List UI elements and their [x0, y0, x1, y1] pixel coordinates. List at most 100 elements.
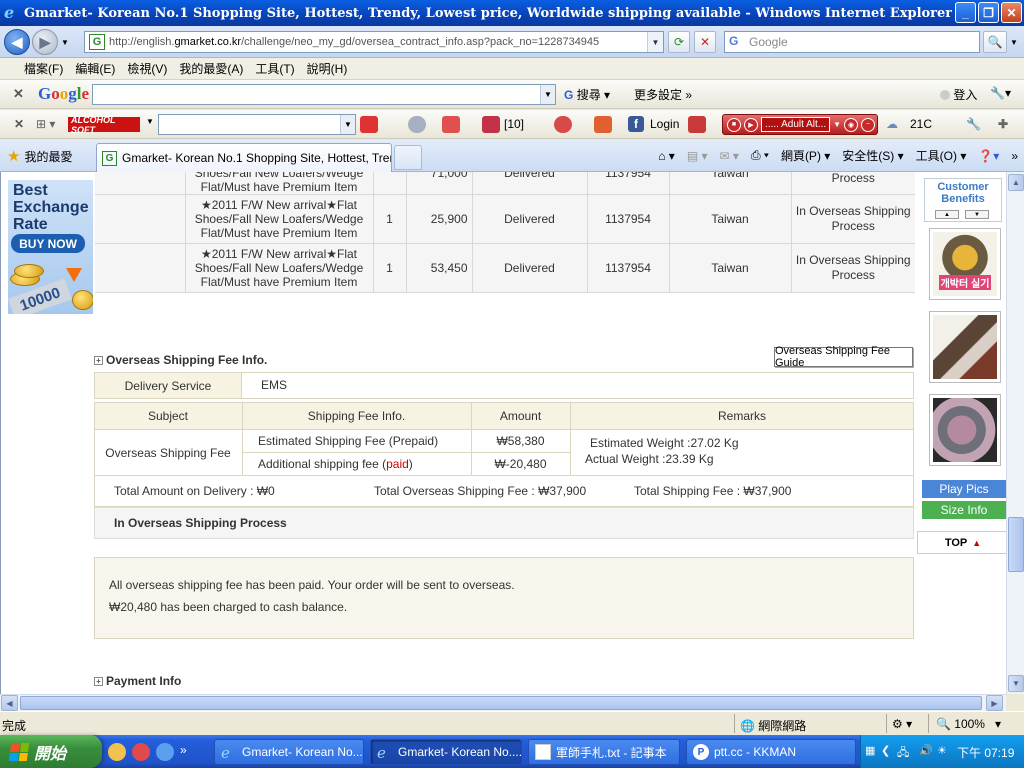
- games-icon[interactable]: [554, 116, 572, 133]
- horizontal-scrollbar[interactable]: ◀ ▶: [0, 694, 1006, 711]
- protected-mode-icon[interactable]: ⚙ ▾: [892, 717, 912, 731]
- menu-help[interactable]: 說明(H): [301, 60, 354, 77]
- address-bar[interactable]: G http://english.gmarket.co.kr/challenge…: [84, 31, 664, 53]
- page-menu[interactable]: 網頁(P) ▾: [781, 147, 830, 164]
- wrench-icon[interactable]: 🔧▾: [990, 86, 1011, 100]
- print-icon[interactable]: ⎙ ▾: [751, 148, 769, 163]
- search-input[interactable]: G Google: [724, 31, 980, 53]
- scroll-thumb[interactable]: [20, 696, 982, 710]
- chevron-up-icon[interactable]: ▲: [935, 210, 959, 219]
- chevron-right-icon[interactable]: »: [1011, 149, 1018, 163]
- buy-now-button[interactable]: BUY NOW: [11, 234, 85, 253]
- close-button[interactable]: ✕: [1001, 2, 1022, 23]
- search-go-button[interactable]: 🔍: [983, 31, 1007, 53]
- volume-icon[interactable]: 🔊: [919, 744, 933, 757]
- counter-label[interactable]: [10]: [504, 117, 524, 131]
- google-search-input[interactable]: ▼: [92, 84, 556, 105]
- exchange-rate-banner[interactable]: Best Exchange Rate BUY NOW 10000: [8, 180, 93, 314]
- mail-icon[interactable]: ✉ ▾: [720, 149, 739, 163]
- media-station-select[interactable]: ..... Adult Alt...: [761, 117, 831, 132]
- expand-icon[interactable]: +: [94, 676, 103, 686]
- google-login-button[interactable]: 登入: [940, 86, 977, 103]
- add-icon[interactable]: ✚: [998, 117, 1008, 131]
- taskbar-item[interactable]: e Gmarket- Korean No....: [214, 739, 364, 765]
- address-dropdown-icon[interactable]: ▼: [647, 32, 663, 52]
- tray-app-icon[interactable]: ☀: [937, 744, 947, 757]
- facebook-icon[interactable]: f: [628, 116, 644, 132]
- safety-menu[interactable]: 安全性(S) ▾: [842, 147, 903, 164]
- stop-button[interactable]: ✕: [694, 31, 716, 53]
- chevron-down-icon[interactable]: ▼: [965, 210, 989, 219]
- product-name[interactable]: ★2011 F/W New arrival★Flat Shoes/Fall Ne…: [184, 194, 373, 244]
- media-dropdown-icon[interactable]: ▼: [833, 120, 841, 129]
- favorites-button[interactable]: ★ 我的最愛: [7, 147, 72, 165]
- alcohol-dropdown-icon[interactable]: ▼: [146, 117, 154, 126]
- scroll-down-icon[interactable]: ▼: [1008, 675, 1024, 692]
- tab-gmarket[interactable]: G Gmarket- Korean No.1 Shopping Site, Ho…: [96, 143, 392, 172]
- expand-icon[interactable]: +: [94, 355, 103, 365]
- help-icon[interactable]: ❓▾: [978, 149, 999, 163]
- scroll-thumb[interactable]: [1008, 517, 1024, 572]
- menu-view[interactable]: 檢視(V): [121, 60, 173, 77]
- star-icon[interactable]: [482, 116, 500, 133]
- chevron-left-icon[interactable]: ❮: [881, 744, 890, 757]
- people-icon[interactable]: [594, 116, 612, 133]
- radio-icon[interactable]: [408, 116, 426, 133]
- media-icon[interactable]: [688, 116, 706, 133]
- close-toolbar-icon[interactable]: ✕: [13, 86, 24, 102]
- history-dropdown-icon[interactable]: ▼: [61, 38, 69, 47]
- keyboard-icon[interactable]: ▦: [865, 744, 875, 757]
- maximize-button[interactable]: ❐: [978, 2, 999, 23]
- product-name[interactable]: ★2011 F/W New arrival★Flat Shoes/Fall Ne…: [184, 243, 373, 293]
- taskbar-item[interactable]: P ptt.cc - KKMAN: [686, 739, 856, 765]
- start-button[interactable]: 開始: [0, 735, 102, 768]
- vertical-scrollbar[interactable]: ▲ ▼: [1006, 172, 1024, 694]
- alcohol-search-dropdown-icon[interactable]: ▼: [340, 115, 355, 134]
- size-info-button[interactable]: Size Info: [922, 501, 1006, 519]
- messenger-icon[interactable]: [108, 743, 126, 761]
- menu-edit[interactable]: 編輯(E): [69, 60, 121, 77]
- menu-tools[interactable]: 工具(T): [249, 60, 300, 77]
- browser-icon[interactable]: [132, 743, 150, 761]
- taskbar-item[interactable]: 軍師手札.txt - 記事本: [528, 739, 680, 765]
- recent-item-thumbnail[interactable]: [929, 394, 1001, 466]
- volume-icon[interactable]: ◉: [844, 117, 859, 132]
- chevron-right-icon[interactable]: »: [180, 743, 190, 761]
- play-media-icon[interactable]: ▶: [744, 117, 758, 132]
- home-icon[interactable]: ⌂ ▾: [658, 149, 675, 163]
- facebook-login-button[interactable]: Login: [650, 117, 679, 131]
- menu-favorites[interactable]: 我的最愛(A): [173, 60, 249, 77]
- close-toolbar-icon[interactable]: ✕: [14, 117, 24, 131]
- refresh-button[interactable]: ⟳: [668, 31, 690, 53]
- forward-button[interactable]: ▶: [32, 29, 58, 55]
- network-icon[interactable]: 🖧: [897, 744, 909, 763]
- back-button[interactable]: ◀: [4, 29, 30, 55]
- ie-icon[interactable]: [156, 743, 174, 761]
- menu-file[interactable]: 檔案(F): [18, 60, 69, 77]
- weather-temp[interactable]: 21C: [910, 117, 932, 131]
- minus-icon[interactable]: −: [861, 117, 876, 132]
- shipping-fee-guide-button[interactable]: Overseas Shipping Fee Guide: [774, 345, 913, 369]
- scroll-left-icon[interactable]: ◀: [1, 695, 18, 711]
- options-icon[interactable]: ⊞ ▾: [36, 117, 55, 131]
- feeds-icon[interactable]: ▤ ▾: [687, 149, 708, 163]
- search-options-icon[interactable]: ▼: [1010, 38, 1018, 47]
- scroll-up-icon[interactable]: ▲: [1008, 174, 1024, 191]
- google-search-dropdown-icon[interactable]: ▼: [540, 85, 555, 104]
- taskbar-item-active[interactable]: e Gmarket- Korean No....: [370, 739, 522, 765]
- address-url[interactable]: http://english.gmarket.co.kr/challenge/n…: [109, 36, 647, 48]
- new-tab-button[interactable]: [394, 145, 422, 170]
- recent-item-thumbnail[interactable]: [929, 311, 1001, 383]
- alcohol-logo[interactable]: ALCOHOL SOFT: [68, 115, 140, 135]
- cart-icon[interactable]: [442, 116, 460, 133]
- stop-media-icon[interactable]: ■: [727, 117, 741, 132]
- play-pics-button[interactable]: Play Pics: [922, 480, 1006, 498]
- wrench-icon[interactable]: 🔧: [966, 117, 981, 131]
- more-settings-button[interactable]: 更多設定 »: [634, 86, 692, 103]
- alcohol-search-input[interactable]: ▼: [158, 114, 356, 135]
- play-icon[interactable]: [360, 116, 378, 133]
- clock[interactable]: 下午 07:19: [957, 744, 1014, 761]
- recent-item-thumbnail[interactable]: 개박터 실기: [929, 228, 1001, 300]
- google-logo[interactable]: Google: [38, 84, 89, 104]
- tools-menu[interactable]: 工具(O) ▾: [916, 147, 967, 164]
